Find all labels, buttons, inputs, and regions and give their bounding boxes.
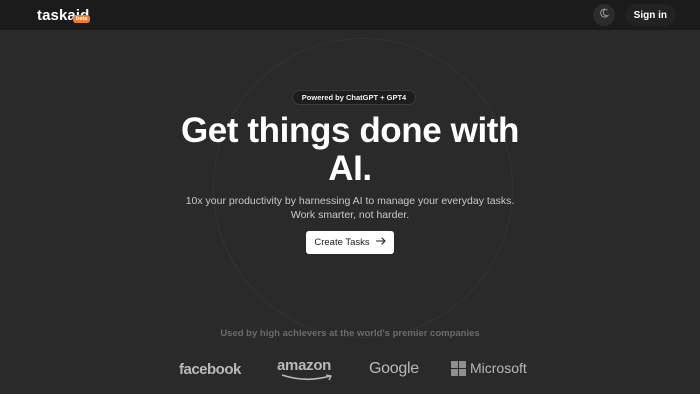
powered-by-badge: Powered by ChatGPT + GPT4: [292, 90, 416, 105]
trusted-by-label: Used by high achievers at the world's pr…: [220, 328, 480, 339]
amazon-logo: amazon: [277, 357, 332, 374]
arrow-right-icon: [375, 237, 386, 248]
company-logos: facebook amazon Google Microsoft: [0, 356, 700, 382]
hero-headline-line-2: AI.: [328, 149, 372, 188]
create-tasks-button[interactable]: Create Tasks: [306, 231, 394, 254]
theme-toggle-button[interactable]: [592, 4, 615, 26]
facebook-logo: facebook: [179, 361, 241, 378]
beta-badge: beta: [73, 15, 91, 23]
navbar-actions: Sign in: [592, 4, 676, 26]
logo[interactable]: taskaid beta: [37, 0, 91, 30]
google-logo: Google: [369, 360, 419, 377]
hero-subtitle: 10x your productivity by harnessing AI t…: [185, 195, 515, 221]
moon-stars-icon: [598, 6, 610, 24]
create-tasks-label: Create Tasks: [314, 237, 370, 248]
top-navbar: taskaid beta Sign in: [0, 0, 700, 30]
hero-headline-line-1: Get things done with: [180, 111, 520, 150]
amazon-smile-icon: [281, 374, 333, 381]
microsoft-logo: Microsoft: [451, 360, 527, 376]
microsoft-wordmark: Microsoft: [470, 360, 527, 376]
hero-headline: Get things done with AI.: [150, 112, 550, 188]
sign-in-button[interactable]: Sign in: [624, 4, 676, 26]
background-decoration-circle: [213, 38, 513, 338]
microsoft-squares-icon: [451, 360, 466, 376]
